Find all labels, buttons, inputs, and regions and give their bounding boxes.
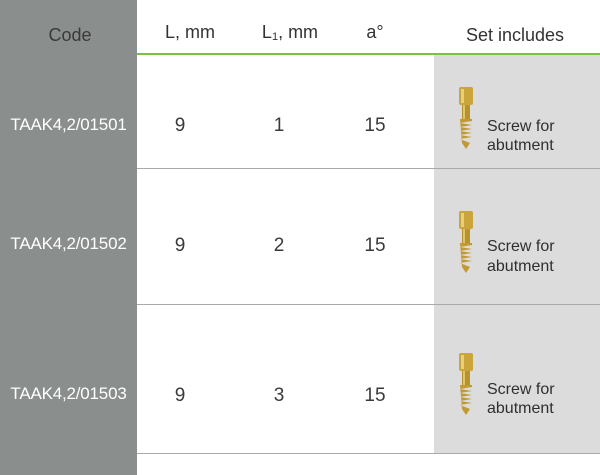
product-table: Code L, mm L1, mm a° Set includes TAAK4,… <box>0 0 600 475</box>
screw-icon <box>459 353 473 415</box>
length1-value: 2 <box>273 235 285 256</box>
product-code: TAAK4,2/01501 <box>10 115 127 134</box>
product-code: TAAK4,2/01503 <box>10 384 127 403</box>
set-includes-line1: Screw for <box>487 238 555 255</box>
header-length1: L1, mm <box>261 22 319 43</box>
length1-value: 1 <box>273 115 285 136</box>
row-divider <box>137 453 600 454</box>
product-code: TAAK4,2/01502 <box>10 234 127 253</box>
set-includes-line1: Screw for <box>487 118 555 135</box>
header-code: Code <box>48 25 92 45</box>
header-length: L, mm <box>164 22 215 42</box>
screw-icon <box>459 211 473 273</box>
length1-value: 3 <box>273 385 285 406</box>
set-includes-line2: abutment <box>487 137 554 154</box>
header-set-includes: Set includes <box>465 25 565 45</box>
table-row: TAAK4,2/01501 9 1 15 Screw for abutment <box>0 55 600 169</box>
set-includes-line2: abutment <box>487 258 554 275</box>
table-row: TAAK4,2/01503 9 3 15 Screw for abutment <box>0 305 600 454</box>
table-header: Code L, mm L1, mm a° Set includes <box>0 0 600 55</box>
length-value: 9 <box>174 235 186 256</box>
table-row: TAAK4,2/01502 9 2 15 Screw for abutment <box>0 169 600 305</box>
angle-value: 15 <box>364 115 386 136</box>
length-value: 9 <box>174 115 186 136</box>
angle-value: 15 <box>364 385 386 406</box>
length-value: 9 <box>174 385 186 406</box>
set-includes-line1: Screw for <box>487 381 555 398</box>
header-angle: a° <box>366 22 384 42</box>
set-includes-line2: abutment <box>487 400 554 417</box>
angle-value: 15 <box>364 235 386 256</box>
screw-icon <box>459 87 473 149</box>
